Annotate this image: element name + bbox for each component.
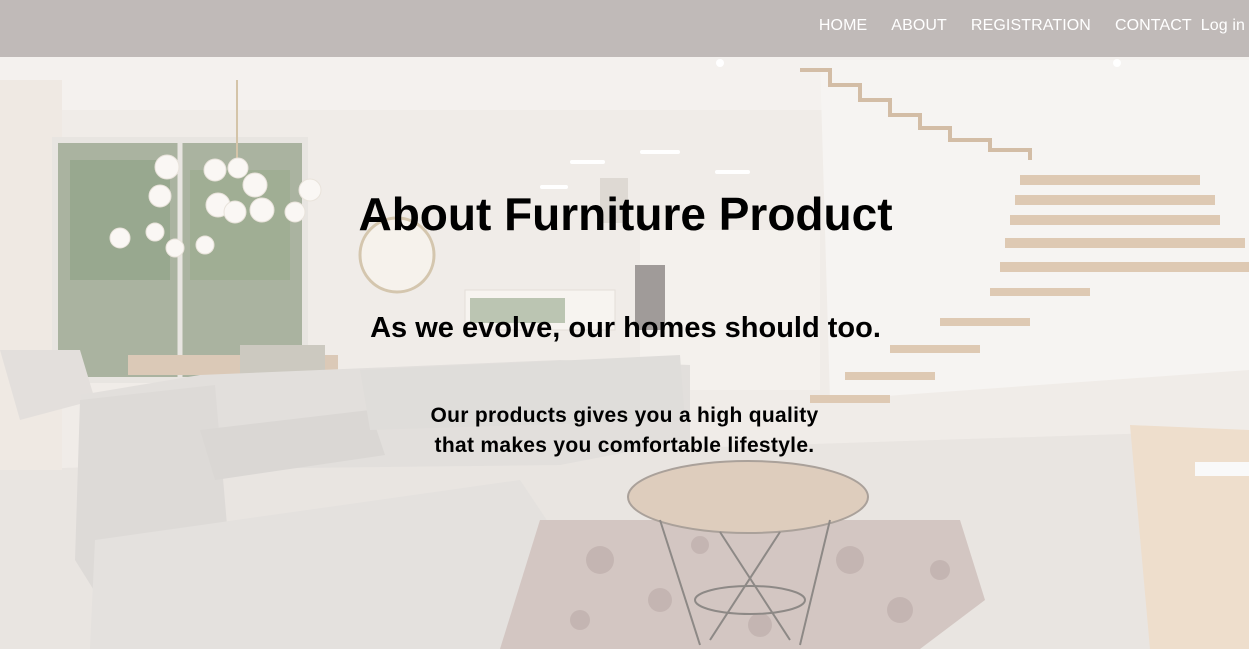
page-title: About Furniture Product — [358, 188, 893, 240]
hero-description: Our products gives you a high quality th… — [0, 401, 1249, 461]
page: HOME ABOUT REGISTRATION CONTACT Log in A… — [0, 0, 1249, 649]
hero-subtitle: As we evolve, our homes should too. — [370, 312, 881, 344]
nav-home-link[interactable]: HOME — [819, 17, 867, 35]
hero-description-line-1: Our products gives you a high quality — [430, 404, 819, 427]
main-nav: HOME ABOUT REGISTRATION CONTACT Log in — [819, 17, 1245, 35]
nav-about-link[interactable]: ABOUT — [891, 17, 947, 35]
nav-contact-link[interactable]: CONTACT — [1115, 17, 1192, 35]
nav-registration-link[interactable]: REGISTRATION — [971, 17, 1091, 35]
hero-description-line-2: that makes you comfortable lifestyle. — [434, 434, 815, 457]
top-navigation-bar: HOME ABOUT REGISTRATION CONTACT Log in — [0, 0, 1249, 57]
login-link[interactable]: Log in — [1201, 17, 1245, 35]
